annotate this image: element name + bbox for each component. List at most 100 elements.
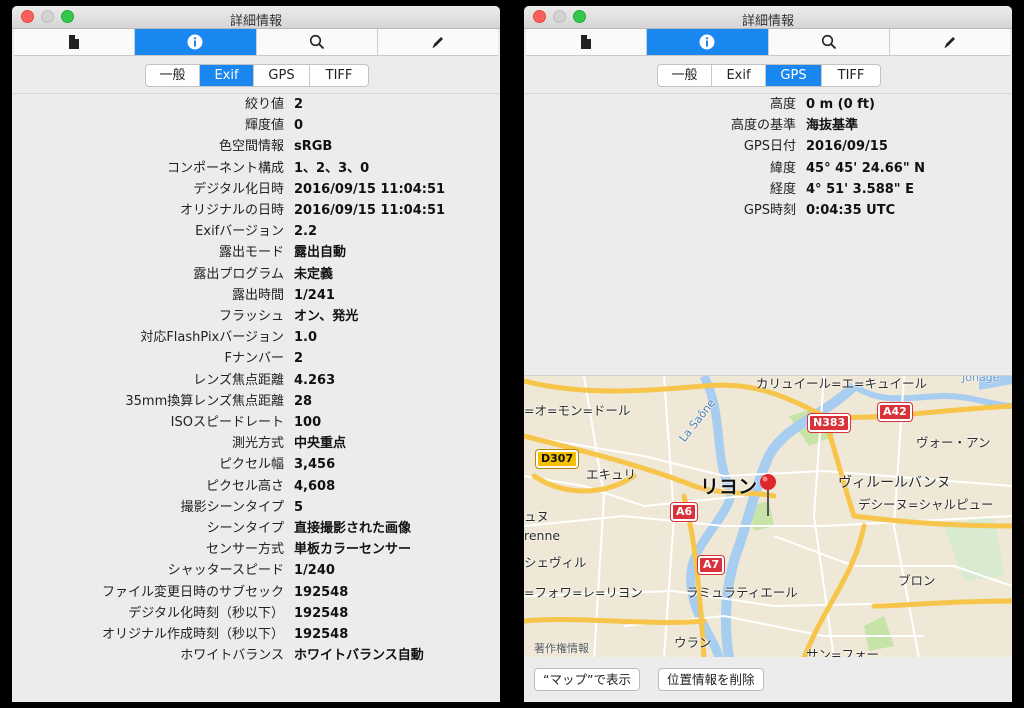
pencil-icon (432, 37, 443, 48)
info-row-value: 2.2 (294, 224, 318, 240)
info-row-label: フラッシュ (218, 309, 284, 324)
tab-gps[interactable]: GPS (766, 65, 822, 86)
location-map[interactable]: カリュイール=エ=キュイール Jonage =オ=モン=ドール La Saône… (524, 375, 1012, 658)
toolbar-edit-button[interactable] (890, 29, 1010, 55)
info-row-label: ピクセル高さ (205, 478, 284, 494)
info-row-value: 0 (294, 118, 304, 134)
toolbar-search-button[interactable] (257, 29, 378, 55)
info-row-label: オリジナルの日時 (179, 203, 284, 218)
info-row-value: オン、発光 (294, 309, 359, 324)
info-row: 露出時間 1/241 (12, 285, 500, 306)
info-row-value: 単板カラーセンサー (294, 542, 412, 558)
tab-gps[interactable]: GPS (254, 65, 310, 86)
toolbar-document-button[interactable] (526, 29, 648, 55)
info-row: フラッシュ オン、発光 (12, 306, 500, 327)
info-row: ピクセル高さ 4,608 (12, 476, 500, 497)
info-row-label: 測光方式 (231, 436, 284, 452)
road-badge-a7: A7 (698, 556, 725, 574)
map-label-oullins: ウラン (674, 635, 712, 650)
map-label-lyon: リヨン (700, 476, 758, 498)
info-row-label: 高度 (769, 97, 796, 112)
info-row: 緯度 45° 45' 24.66" N (524, 158, 1012, 179)
info-row: シャッタースピード 1/240 (12, 560, 500, 581)
info-row-value: 海抜基準 (806, 118, 859, 134)
info-row-value: 1/240 (294, 563, 335, 579)
info-row-value: 未定義 (294, 266, 334, 282)
info-row-value: 192548 (294, 627, 349, 642)
info-row-value: 4,608 (294, 478, 336, 494)
window-title: 詳細情報 (229, 14, 282, 29)
info-row: デジタル化時刻（秒以下） 192548 (12, 603, 500, 624)
pencil-icon (944, 37, 955, 48)
info-row: オリジナルの日時 2016/09/15 11:04:51 (12, 200, 500, 221)
info-row-label: 撮影シーンタイプ (180, 499, 284, 515)
toolbar-info-button[interactable] (135, 29, 257, 55)
info-row: 高度の基準 海抜基準 (524, 115, 1012, 136)
info-row: 色空間情報 sRGB (12, 136, 500, 157)
tab-exif[interactable]: Exif (200, 65, 254, 86)
info-row-value: 2016/09/15 11:04:51 (294, 203, 446, 218)
info-row: 絞り値 2 (12, 94, 500, 115)
title-bar[interactable]: 詳細情報 (12, 6, 500, 29)
info-row: センサー方式 単板カラーセンサー (12, 539, 500, 560)
info-row-value: 45° 45' 24.66" N (806, 160, 926, 176)
toolbar-search-button[interactable] (769, 29, 890, 55)
info-row-label: レンズ焦点距離 (193, 372, 284, 388)
info-row: 経度 4° 51' 3.588" E (524, 179, 1012, 200)
info-row-value: 192548 (294, 605, 349, 621)
info-row-label: ISOスピードレート (170, 415, 284, 430)
info-row-label: 高度の基準 (730, 118, 796, 134)
tab-segmented-control: 一般 Exif GPS TIFF (145, 64, 369, 87)
info-row-value: 28 (294, 393, 313, 409)
tab-tiff[interactable]: TIFF (310, 65, 368, 86)
toolbar-document-button[interactable] (14, 29, 136, 55)
road-badge-a6: A6 (671, 503, 698, 521)
info-row-label: 対応FlashPixバージョン (140, 330, 284, 346)
tab-general[interactable]: 一般 (146, 65, 200, 86)
info-row-value: 4.263 (294, 372, 336, 388)
map-copyright[interactable]: 著作権情報 (534, 640, 589, 656)
document-icon (581, 35, 592, 49)
info-row: オリジナル作成時刻（秒以下） 192548 (12, 624, 500, 645)
map-label-mulatiere: ラミュラティエール (686, 585, 798, 600)
info-row: 高度 0 m (0 ft) (524, 94, 1012, 115)
info-row-value: 2 (294, 97, 304, 112)
info-row-label: 露出モード (218, 245, 284, 261)
info-row: レンズ焦点距離 4.263 (12, 370, 500, 391)
info-row-label: 色空間情報 (218, 139, 284, 155)
info-row: 輝度値 0 (12, 115, 500, 136)
info-row: 35mm換算レンズ焦点距離 28 (12, 391, 500, 412)
show-in-maps-button[interactable]: “マップ”で表示 (534, 668, 640, 691)
info-row-label: ホワイトバランス (180, 648, 284, 664)
tab-general[interactable]: 一般 (658, 65, 712, 86)
info-row-value: 2016/09/15 11:04:51 (294, 181, 446, 197)
info-row: 露出モード 露出自動 (12, 242, 500, 263)
info-row: ファイル変更日時のサブセック 192548 (12, 582, 500, 603)
info-row-label: GPS時刻 (743, 203, 796, 218)
info-row: Fナンバー 2 (12, 348, 500, 369)
remove-location-button[interactable]: 位置情報を削除 (658, 668, 764, 691)
info-row-value: 0 m (0 ft) (806, 97, 875, 112)
search-icon (309, 34, 324, 50)
info-row-label: コンポーネント構成 (166, 160, 284, 176)
tab-tiff[interactable]: TIFF (822, 65, 880, 86)
toolbar-edit-button[interactable] (378, 29, 498, 55)
info-row-value: 中央重点 (294, 436, 347, 452)
info-row-value: 192548 (294, 584, 349, 600)
toolbar-info-button[interactable] (647, 29, 769, 55)
info-row: コンポーネント構成 1、2、3、0 (12, 158, 500, 179)
info-icon (187, 34, 203, 50)
map-label-foi: =フォワ=レ=リヨン (524, 585, 643, 600)
map-label-jonage: Jonage (962, 375, 1000, 384)
info-row-label: GPS日付 (743, 139, 796, 155)
info-row-label: 輝度値 (244, 118, 284, 134)
info-row-value: 5 (294, 499, 304, 515)
info-row-value: 0:04:35 UTC (806, 203, 896, 218)
info-row-label: シーンタイプ (206, 521, 284, 536)
info-icon (699, 34, 715, 50)
info-row: GPS日付 2016/09/15 (524, 136, 1012, 157)
title-bar[interactable]: 詳細情報 (524, 6, 1012, 29)
info-row-value: 露出自動 (294, 245, 347, 261)
info-row: ピクセル幅 3,456 (12, 454, 500, 475)
tab-exif[interactable]: Exif (712, 65, 766, 86)
